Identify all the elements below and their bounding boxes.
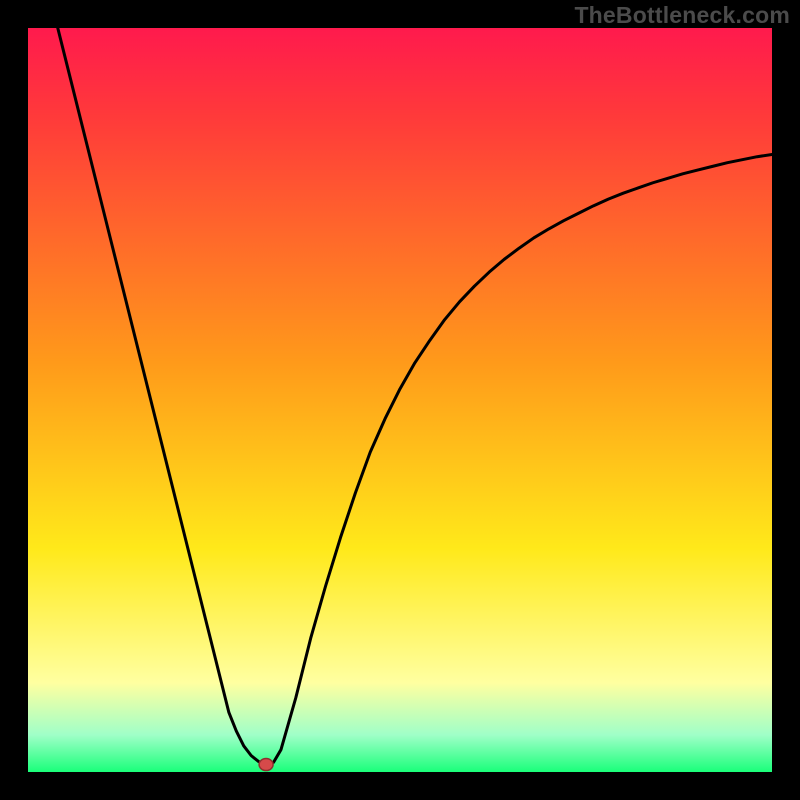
optimum-marker [259, 759, 273, 771]
chart-svg [28, 28, 772, 772]
heat-gradient [28, 28, 772, 772]
watermark-text: TheBottleneck.com [574, 2, 790, 29]
chart-container: TheBottleneck.com [0, 0, 800, 800]
plot-area [28, 28, 772, 772]
